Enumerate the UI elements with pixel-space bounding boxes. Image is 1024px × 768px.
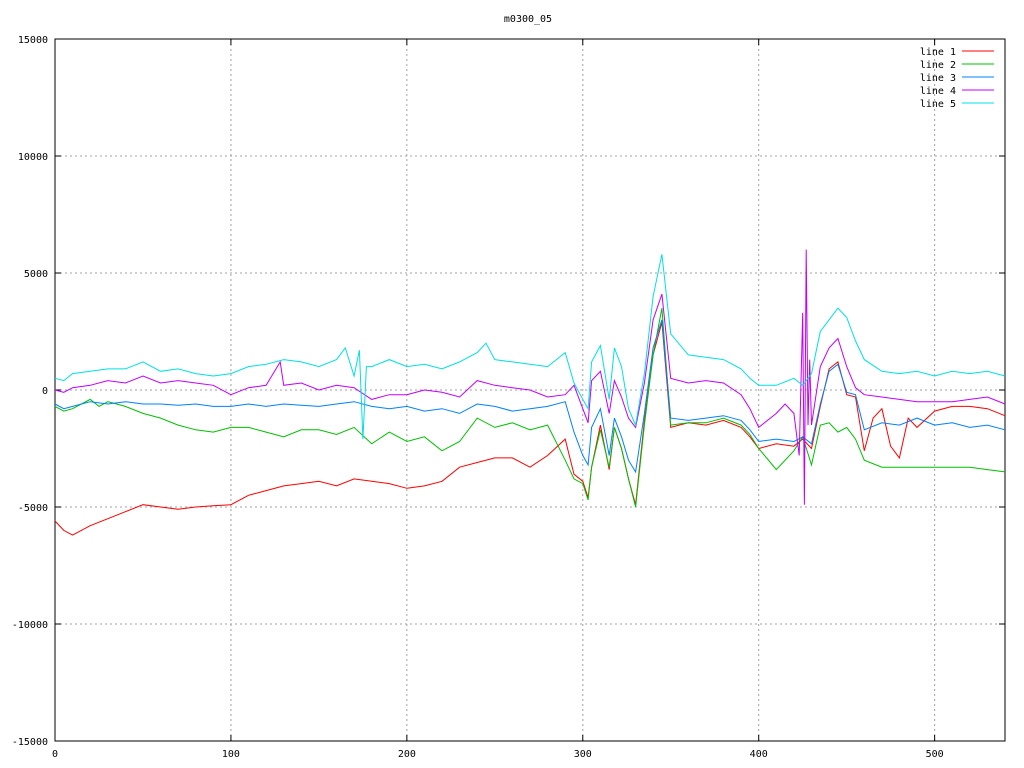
legend-label: line 5 [920, 99, 956, 110]
line-chart: 0 100 200 300 400 500 -15000 -10000 -5000 0 5000 10… [0, 0, 1024, 768]
x-tick-label: 500 [926, 749, 944, 760]
y-tick-label: 0 [42, 386, 48, 397]
x-tick-label: 0 [52, 749, 58, 760]
y-tick-label: 15000 [18, 35, 48, 46]
y-tick-label: -15000 [12, 737, 48, 748]
chart-title: m0300_05 [504, 14, 552, 25]
legend-label: line 1 [920, 47, 956, 58]
legend-label: line 3 [920, 73, 956, 84]
chart-background [0, 0, 1024, 768]
y-tick-label: -10000 [12, 620, 48, 631]
y-tick-label: 10000 [18, 152, 48, 163]
x-tick-label: 400 [750, 749, 768, 760]
y-tick-label: -5000 [18, 503, 48, 514]
legend-label: line 4 [920, 86, 956, 97]
x-tick-label: 100 [222, 749, 240, 760]
legend-label: line 2 [920, 60, 956, 71]
x-tick-label: 300 [574, 749, 592, 760]
x-tick-label: 200 [398, 749, 416, 760]
y-tick-label: 5000 [24, 269, 48, 280]
